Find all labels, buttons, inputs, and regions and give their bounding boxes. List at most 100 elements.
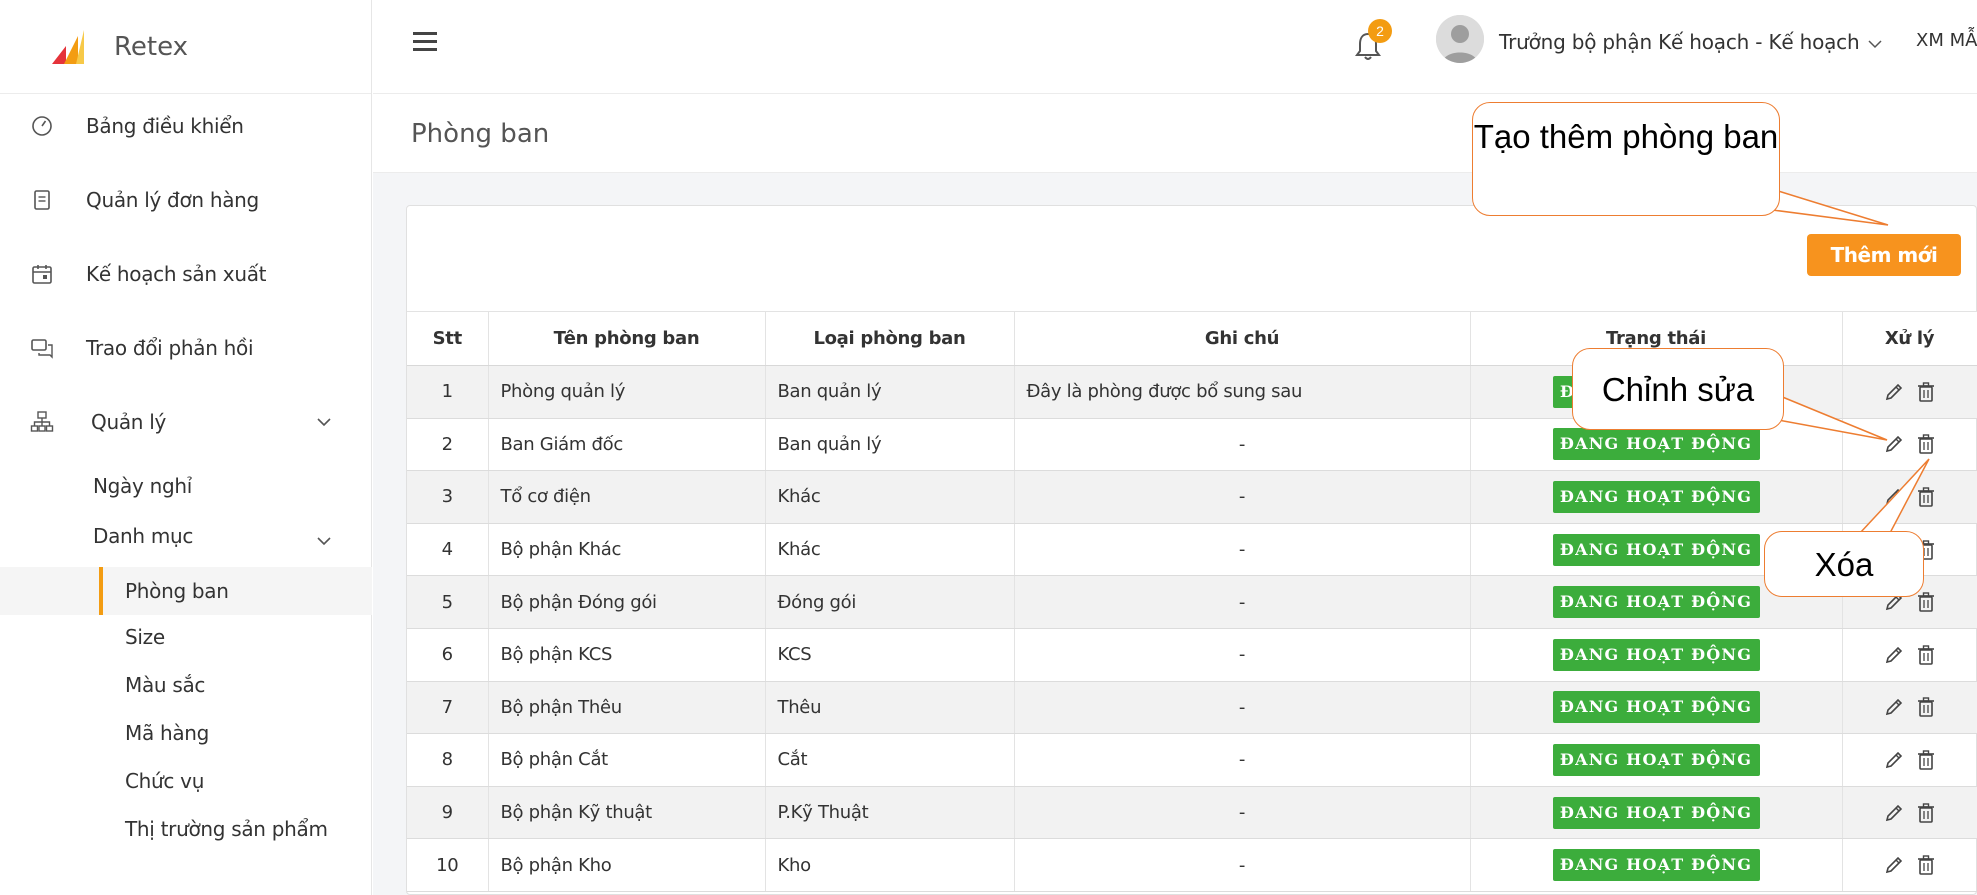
sidebar-item-departments[interactable]: Phòng ban	[0, 567, 372, 615]
cell-stt: 10	[407, 838, 489, 892]
status-badge: ĐANG HOẠT ĐỘNG	[1552, 533, 1760, 566]
cell-type: Ban quản lý	[765, 418, 1015, 472]
edit-pencil-icon[interactable]	[1883, 696, 1905, 718]
sidebar-item-holidays[interactable]: Ngày nghỉ	[0, 463, 372, 507]
add-new-button[interactable]: Thêm mới	[1807, 234, 1961, 276]
sidebar-item-colors[interactable]: Màu sắc	[0, 664, 372, 708]
trash-icon[interactable]	[1915, 644, 1937, 666]
sidebar-item-label: Quản lý đơn hàng	[86, 188, 259, 212]
trash-icon[interactable]	[1915, 486, 1937, 508]
cell-note: -	[1014, 786, 1471, 840]
sidebar-item-feedback[interactable]: Trao đổi phản hồi	[0, 328, 372, 368]
notification-badge: 2	[1368, 19, 1392, 43]
edit-pencil-icon[interactable]	[1883, 749, 1905, 771]
avatar[interactable]	[1436, 15, 1484, 63]
retex-logo	[52, 29, 84, 64]
cell-name: Bộ phận KCS	[488, 628, 766, 682]
table-row: 3 Tổ cơ điện Khác - ĐANG HOẠT ĐỘNG	[407, 470, 1977, 524]
edit-pencil-icon[interactable]	[1883, 433, 1905, 455]
column-header-type[interactable]: Loại phòng ban	[765, 311, 1015, 366]
sidebar-item-orders[interactable]: Quản lý đơn hàng	[0, 180, 372, 220]
cell-actions	[1842, 628, 1977, 682]
user-name[interactable]: Trưởng bộ phận Kế hoạch - Kế hoạch	[1499, 30, 1860, 54]
cell-actions	[1842, 365, 1977, 419]
sidebar-item-item-codes[interactable]: Mã hàng	[0, 712, 372, 756]
caret-down-icon[interactable]	[1868, 36, 1882, 49]
column-header-actions: Xử lý	[1842, 311, 1977, 366]
status-badge: ĐANG HOẠT ĐỘNG	[1552, 480, 1760, 513]
cell-note: -	[1014, 733, 1471, 787]
cell-stt: 4	[407, 523, 489, 577]
cell-name: Tổ cơ điện	[488, 470, 766, 524]
table-row: 10 Bộ phận Kho Kho - ĐANG HOẠT ĐỘNG	[407, 838, 1977, 892]
sidebar-item-label: Chức vụ	[125, 769, 205, 793]
cell-type: Kho	[765, 838, 1015, 892]
sidebar-item-label: Ngày nghỉ	[93, 474, 193, 498]
edit-pencil-icon[interactable]	[1883, 644, 1905, 666]
table-row: 4 Bộ phận Khác Khác - ĐANG HOẠT ĐỘNG	[407, 523, 1977, 577]
table-row: 7 Bộ phận Thêu Thêu - ĐANG HOẠT ĐỘNG	[407, 681, 1977, 735]
hamburger-menu-icon[interactable]	[413, 32, 437, 54]
callout-edit: Chỉnh sửa	[1572, 348, 1784, 430]
cell-type: Cắt	[765, 733, 1015, 787]
sidebar-item-size[interactable]: Size	[0, 616, 372, 660]
calendar-icon	[30, 262, 54, 286]
cell-stt: 5	[407, 575, 489, 629]
trash-icon[interactable]	[1915, 591, 1937, 613]
sidebar-item-label: Mã hàng	[125, 721, 210, 745]
edit-pencil-icon[interactable]	[1883, 802, 1905, 824]
sidebar-item-label: Trao đổi phản hồi	[86, 336, 254, 360]
cell-type: Ban quản lý	[765, 365, 1015, 419]
sidebar-item-positions[interactable]: Chức vụ	[0, 760, 372, 804]
cell-status: ĐANG HOẠT ĐỘNG	[1470, 681, 1843, 735]
sidebar-item-dashboard[interactable]: Bảng điều khiển	[0, 106, 372, 146]
page-title: Phòng ban	[411, 119, 550, 149]
trash-icon[interactable]	[1915, 854, 1937, 876]
cell-status: ĐANG HOẠT ĐỘNG	[1470, 838, 1843, 892]
trash-icon[interactable]	[1915, 381, 1937, 403]
sidebar-item-label: Quản lý	[91, 410, 166, 434]
sidebar-item-production-plan[interactable]: Kế hoạch sản xuất	[0, 254, 372, 294]
cell-note: -	[1014, 470, 1471, 524]
cell-stt: 6	[407, 628, 489, 682]
column-header-stt[interactable]: Stt	[407, 311, 489, 366]
sidebar: Retex Bảng điều khiển Quản lý đơn hàng K…	[0, 0, 372, 895]
chevron-down-icon	[314, 412, 334, 432]
column-header-name[interactable]: Tên phòng ban	[488, 311, 766, 366]
sidebar-item-catalog[interactable]: Danh mục	[0, 514, 372, 558]
cell-stt: 8	[407, 733, 489, 787]
trash-icon[interactable]	[1915, 433, 1937, 455]
cell-name: Bộ phận Đóng gói	[488, 575, 766, 629]
cell-name: Bộ phận Thêu	[488, 681, 766, 735]
order-list-icon	[30, 188, 54, 212]
cell-name: Bộ phận Kho	[488, 838, 766, 892]
cell-actions	[1842, 786, 1977, 840]
cell-stt: 2	[407, 418, 489, 472]
table-row: 9 Bộ phận Kỹ thuật P.Kỹ Thuật - ĐANG HOẠT ĐỘ…	[407, 786, 1977, 840]
cell-status: ĐANG HOẠT ĐỘNG	[1470, 628, 1843, 682]
trash-icon[interactable]	[1915, 802, 1937, 824]
cell-note: -	[1014, 681, 1471, 735]
edit-pencil-icon[interactable]	[1883, 381, 1905, 403]
cell-type: Thêu	[765, 681, 1015, 735]
trash-icon[interactable]	[1915, 696, 1937, 718]
organization-name[interactable]: XM MẪU	[1916, 30, 1977, 51]
cell-note: -	[1014, 523, 1471, 577]
chevron-down-icon	[314, 531, 334, 551]
column-header-note[interactable]: Ghi chú	[1014, 311, 1471, 366]
sidebar-item-label: Kế hoạch sản xuất	[86, 262, 267, 286]
status-badge: ĐANG HOẠT ĐỘNG	[1552, 691, 1760, 724]
sidebar-item-manage[interactable]: Quản lý	[0, 402, 372, 442]
status-badge: ĐANG HOẠT ĐỘNG	[1552, 586, 1760, 619]
logo-row: Retex	[0, 0, 371, 94]
trash-icon[interactable]	[1915, 749, 1937, 771]
cell-note: -	[1014, 838, 1471, 892]
edit-pencil-icon[interactable]	[1883, 486, 1905, 508]
sidebar-item-markets[interactable]: Thị trường sản phẩm	[0, 808, 372, 852]
cell-status: ĐANG HOẠT ĐỘNG	[1470, 733, 1843, 787]
cell-note: Đây là phòng được bổ sung sau	[1014, 365, 1471, 419]
cell-note: -	[1014, 418, 1471, 472]
status-badge: ĐANG HOẠT ĐỘNG	[1552, 638, 1760, 671]
edit-pencil-icon[interactable]	[1883, 854, 1905, 876]
cell-actions	[1842, 681, 1977, 735]
